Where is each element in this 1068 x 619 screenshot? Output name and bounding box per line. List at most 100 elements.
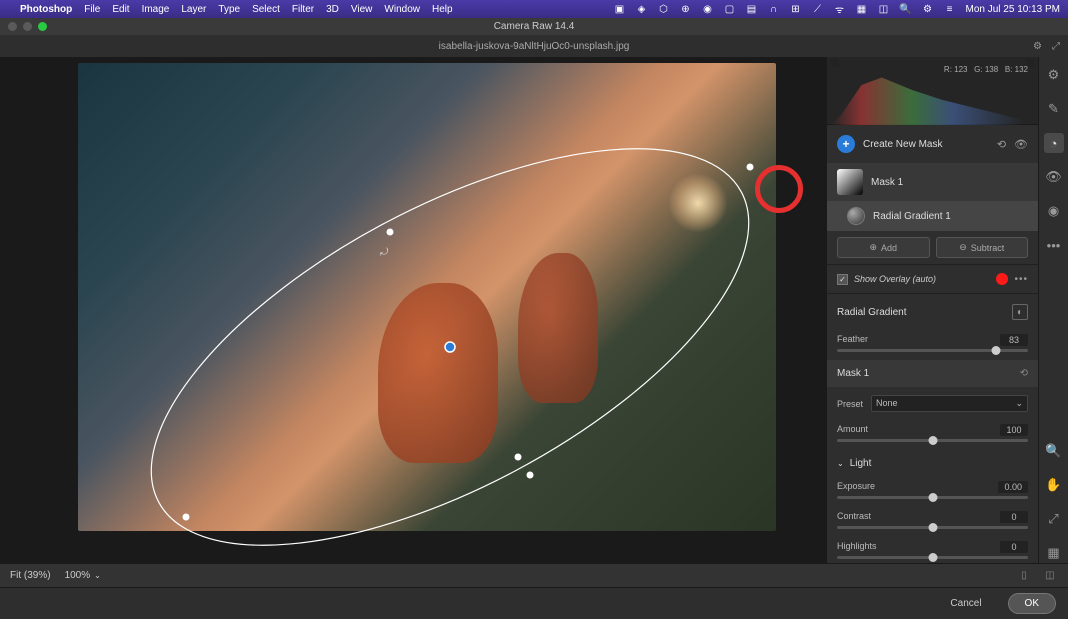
- highlights-slider-thumb[interactable]: [928, 553, 937, 562]
- fullscreen-icon[interactable]: ⤢: [1052, 41, 1060, 52]
- cancel-button[interactable]: Cancel: [934, 594, 997, 613]
- exposure-value[interactable]: 0.00: [998, 481, 1028, 493]
- menu-type[interactable]: Type: [218, 4, 240, 15]
- status-icon-13[interactable]: ◫: [878, 3, 890, 15]
- overlay-more-icon[interactable]: •••: [1014, 274, 1028, 285]
- preview-canvas[interactable]: ⤾: [0, 57, 826, 563]
- amount-slider[interactable]: [837, 439, 1028, 442]
- image-subject-horse-2: [518, 253, 598, 403]
- crop-tool-icon[interactable]: ⤢: [1044, 509, 1064, 529]
- status-icon-8[interactable]: ∩: [768, 3, 780, 15]
- app-menu[interactable]: Photoshop: [20, 4, 72, 15]
- compare-view-icon[interactable]: ◫: [1042, 568, 1058, 584]
- feather-value[interactable]: 83: [1000, 334, 1028, 346]
- mask-visibility-icon[interactable]: 👁: [1014, 138, 1028, 151]
- menu-select[interactable]: Select: [252, 4, 280, 15]
- feather-slider[interactable]: [837, 349, 1028, 352]
- search-icon[interactable]: 🔍: [900, 3, 912, 15]
- invert-mask-icon[interactable]: ⟲: [997, 138, 1006, 151]
- hand-tool-icon[interactable]: ✋: [1044, 475, 1064, 495]
- menu-layer[interactable]: Layer: [181, 4, 206, 15]
- control-center-icon[interactable]: ⚙: [922, 3, 934, 15]
- status-icon-7[interactable]: ▤: [746, 3, 758, 15]
- highlights-value[interactable]: 0: [1000, 541, 1028, 553]
- status-icon-9[interactable]: ⊞: [790, 3, 802, 15]
- show-overlay-checkbox[interactable]: ✓: [837, 274, 848, 285]
- contrast-value[interactable]: 0: [1000, 511, 1028, 523]
- amount-value[interactable]: 100: [1000, 424, 1028, 436]
- add-icon: ⊕: [869, 242, 877, 253]
- menu-view[interactable]: View: [351, 4, 373, 15]
- edit-tool-icon[interactable]: ⚙: [1044, 65, 1064, 85]
- preset-selected-value: None: [876, 398, 898, 408]
- highlights-slider[interactable]: [837, 556, 1028, 559]
- macos-menubar: Photoshop File Edit Image Layer Type Sel…: [0, 0, 1068, 18]
- contrast-slider[interactable]: [837, 526, 1028, 529]
- chevron-down-icon: ⌄: [837, 459, 844, 468]
- overlay-color-swatch[interactable]: [996, 273, 1008, 285]
- fit-zoom-label[interactable]: Fit (39%): [10, 570, 51, 581]
- create-mask-plus-icon[interactable]: +: [837, 135, 855, 153]
- light-section-header[interactable]: ⌄ Light: [827, 450, 1038, 477]
- zoom-value: 100%: [65, 570, 91, 581]
- mask-item-1[interactable]: Mask 1: [827, 163, 1038, 201]
- status-icon-6[interactable]: ▢: [724, 3, 736, 15]
- exposure-slider-thumb[interactable]: [928, 493, 937, 502]
- radial-gradient-item[interactable]: Radial Gradient 1: [827, 201, 1038, 231]
- status-icon-1[interactable]: ▣: [614, 3, 626, 15]
- histogram[interactable]: R: 123 G: 138 B: 132: [827, 57, 1038, 125]
- filmstrip-icon[interactable]: ▯: [1016, 568, 1032, 584]
- status-icon-12[interactable]: ▦: [856, 3, 868, 15]
- ok-button[interactable]: OK: [1008, 593, 1056, 614]
- feather-slider-thumb[interactable]: [991, 346, 1000, 355]
- adjustments-panel: R: 123 G: 138 B: 132 + Create New Mask ⟲…: [826, 57, 1038, 563]
- exposure-label: Exposure: [837, 481, 875, 493]
- eye-tool-icon[interactable]: 👁: [1044, 167, 1064, 187]
- menubar-datetime[interactable]: Mon Jul 25 10:13 PM: [966, 4, 1061, 15]
- create-mask-label[interactable]: Create New Mask: [863, 139, 989, 150]
- mask-add-button[interactable]: ⊕ Add: [837, 237, 930, 258]
- window-close-button[interactable]: [8, 22, 17, 31]
- window-title: Camera Raw 14.4: [494, 21, 575, 32]
- masking-tool-icon[interactable]: ◔: [1044, 133, 1064, 153]
- zoom-dropdown[interactable]: 100% ⌄: [65, 570, 101, 581]
- status-icon-4[interactable]: ⊕: [680, 3, 692, 15]
- menu-window[interactable]: Window: [384, 4, 420, 15]
- window-minimize-button[interactable]: [23, 22, 32, 31]
- amount-slider-thumb[interactable]: [928, 436, 937, 445]
- status-icon-5[interactable]: ◉: [702, 3, 714, 15]
- mask1-reset-icon[interactable]: ⟲: [1020, 368, 1028, 379]
- menu-image[interactable]: Image: [142, 4, 170, 15]
- histogram-graph: [831, 75, 1034, 125]
- settings-gear-icon[interactable]: ⚙: [1033, 41, 1042, 52]
- status-icon-16[interactable]: ≡: [944, 3, 956, 15]
- show-overlay-label: Show Overlay (auto): [854, 274, 990, 284]
- histogram-shadow-clip-icon[interactable]: [831, 59, 839, 67]
- more-tools-icon[interactable]: •••: [1044, 235, 1064, 255]
- eyedropper-tool-icon[interactable]: ✎: [1044, 99, 1064, 119]
- grid-tool-icon[interactable]: ▦: [1044, 543, 1064, 563]
- contrast-slider-thumb[interactable]: [928, 523, 937, 532]
- dialog-button-bar: Cancel OK: [0, 587, 1068, 619]
- redeye-tool-icon[interactable]: ◉: [1044, 201, 1064, 221]
- menu-file[interactable]: File: [84, 4, 100, 15]
- mask-subtract-button[interactable]: ⊖ Subtract: [936, 237, 1029, 258]
- menu-3d[interactable]: 3D: [326, 4, 339, 15]
- menu-edit[interactable]: Edit: [112, 4, 129, 15]
- window-maximize-button[interactable]: [38, 22, 47, 31]
- status-icon-2[interactable]: ◈: [636, 3, 648, 15]
- canvas-footer: Fit (39%) 100% ⌄ ▯ ◫: [0, 563, 1068, 587]
- tool-strip: ⚙ ✎ ◔ 👁 ◉ ••• 🔍 ✋ ⤢ ▦: [1038, 57, 1068, 563]
- wifi-icon[interactable]: ᯤ: [834, 3, 846, 15]
- status-icon-10[interactable]: ⟋: [812, 3, 824, 15]
- status-icon-3[interactable]: ⬡: [658, 3, 670, 15]
- highlights-label: Highlights: [837, 541, 877, 553]
- preset-dropdown[interactable]: None ⌄: [871, 395, 1028, 412]
- radial-gradient-thumb-icon: [847, 207, 865, 225]
- light-section-title: Light: [850, 458, 872, 469]
- menu-help[interactable]: Help: [432, 4, 453, 15]
- zoom-tool-icon[interactable]: 🔍: [1044, 441, 1064, 461]
- exposure-slider[interactable]: [837, 496, 1028, 499]
- radial-gradient-type-icon[interactable]: ◐: [1012, 304, 1028, 320]
- menu-filter[interactable]: Filter: [292, 4, 314, 15]
